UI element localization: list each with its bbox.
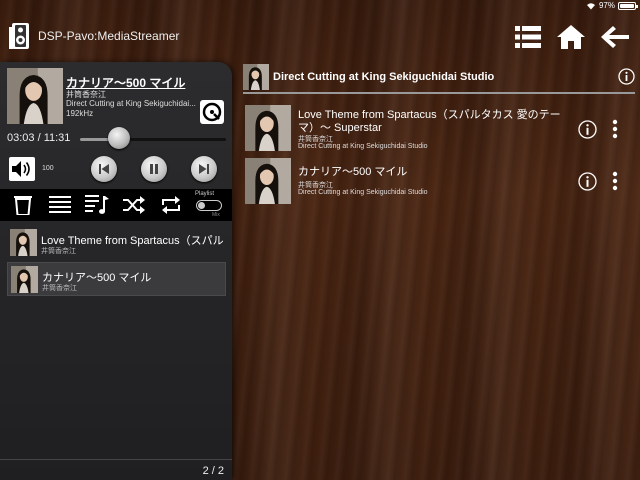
more-vertical-icon [612,171,618,191]
now-playing-album-art[interactable] [7,68,63,124]
trash-icon [14,196,32,215]
info-icon [578,172,597,191]
speaker-app-icon [8,22,30,50]
qobuz-icon [202,102,222,122]
shuffle-icon [123,196,145,214]
skip-previous-icon [99,164,109,174]
add-to-playlist-button[interactable] [84,193,110,217]
queue-list-button[interactable] [47,193,73,217]
album-title: Direct Cutting at King Sekiguchidai Stud… [273,71,495,83]
playlist-label: Playlist [195,191,215,197]
pause-icon [150,164,158,174]
track-title[interactable]: カナリア〜500 マイル [298,166,568,179]
back-button[interactable] [600,22,630,52]
status-right: 97% [586,1,638,10]
track-art[interactable] [244,105,292,151]
queue-toolbar: Playlist Mix [0,189,232,221]
info-icon [578,120,597,139]
lines-icon [49,196,71,213]
player-panel: カナリア〜500 マイル 井筒香奈江 Direct Cutting at Kin… [0,62,232,480]
album-header-art [243,64,269,90]
battery-fill [620,3,634,8]
toggle-knob [198,202,205,209]
playback-time: 03:03 / 11:31 [7,132,71,144]
repeat-icon [162,196,180,214]
speaker-volume-icon [12,161,30,177]
home-button[interactable] [556,22,586,52]
status-bar: 97% [0,0,640,12]
playlist-mix-toggle[interactable] [196,200,222,211]
queue-item-current[interactable]: カナリア〜500 マイル 井筒香奈江 [7,262,226,296]
track-info-button[interactable] [578,172,597,191]
list-view-button[interactable] [513,22,543,52]
queue-item-art [10,229,37,256]
track-more-button[interactable] [612,119,618,139]
track-info-button[interactable] [578,120,597,139]
app-title: DSP-Pavo:MediaStreamer [38,29,180,43]
queue-item-artist: 井筒香奈江 [41,248,76,255]
battery-percent: 97% [598,1,615,10]
volume-button[interactable] [9,157,35,181]
list-icon [515,26,541,48]
track-art[interactable] [244,158,292,204]
qobuz-service-button[interactable] [200,100,224,124]
album-header-divider [243,92,635,94]
battery-icon [618,1,638,10]
queue-item[interactable]: Love Theme from Spartacus（スパルタカス 愛のテーマ）〜… [7,226,226,260]
seek-knob[interactable] [107,127,130,149]
sample-rate: 192kHz [66,109,94,118]
album-info-button[interactable] [618,68,635,85]
more-vertical-icon [612,119,618,139]
music-list-icon [85,195,109,214]
track-title[interactable]: Love Theme from Spartacus（スパルタカス 愛のテーマ）〜… [298,109,568,135]
back-arrow-icon [601,26,629,48]
track-album: Direct Cutting at King Sekiguchidai Stud… [298,189,428,196]
track-album: Direct Cutting at King Sekiguchidai Stud… [298,143,428,150]
shuffle-button[interactable] [121,193,147,217]
track-more-button[interactable] [612,171,618,191]
seek-bar[interactable] [80,138,226,141]
queue-item-art [11,266,38,293]
queue-page-indicator: 2 / 2 [202,465,224,477]
pause-button[interactable] [141,156,167,182]
repeat-button[interactable] [158,193,184,217]
clear-queue-button[interactable] [10,193,36,217]
queue-footer: 2 / 2 [0,459,232,480]
info-icon [618,68,635,85]
mix-label: Mix [212,212,220,218]
skip-next-icon [199,164,209,174]
previous-button[interactable] [91,156,117,182]
volume-value: 100 [42,165,54,172]
queue-item-artist: 井筒香奈江 [42,285,77,292]
next-button[interactable] [191,156,217,182]
now-playing-album: Direct Cutting at King Sekiguchidai... [66,99,196,108]
home-icon [557,25,585,49]
wifi-icon [586,2,595,9]
